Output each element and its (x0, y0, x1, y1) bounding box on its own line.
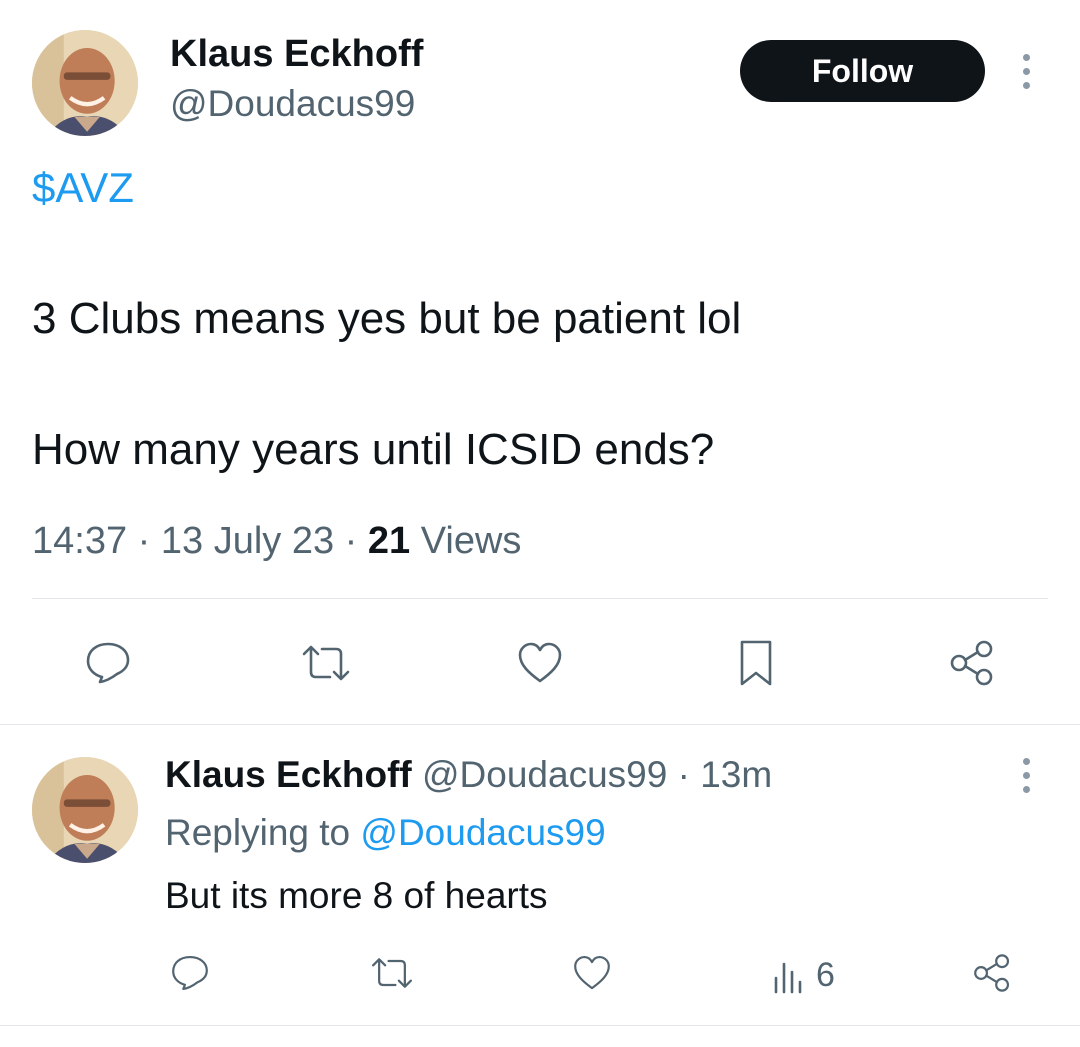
meta-divider (32, 598, 1048, 599)
replying-to: Replying to @Doudacus99 (165, 810, 606, 856)
tweet-date[interactable]: 13 July 23 (161, 520, 334, 562)
more-options-icon[interactable] (1016, 54, 1036, 89)
author-handle[interactable]: @Doudacus99 (170, 82, 415, 126)
views-count[interactable]: 21 (368, 520, 410, 562)
reply-icon[interactable] (78, 636, 138, 690)
reply-separator: · (677, 754, 690, 795)
tweet-meta: 14:37 · 13 July 23 · 21 Views (32, 518, 521, 564)
views-label[interactable]: Views (421, 520, 522, 562)
share-icon[interactable] (968, 950, 1016, 996)
reply-icon[interactable] (166, 950, 214, 996)
retweet-icon[interactable] (296, 636, 356, 690)
bookmark-icon[interactable] (726, 636, 786, 690)
avatar-image (32, 757, 138, 863)
views-icon (772, 956, 808, 994)
meta-separator: · (344, 520, 358, 562)
bottom-divider (0, 1025, 1080, 1026)
tweet-text-line-1: 3 Clubs means yes but be patient lol (32, 294, 742, 343)
meta-separator: · (137, 520, 151, 562)
like-icon[interactable] (568, 950, 616, 996)
author-display-name[interactable]: Klaus Eckhoff (170, 32, 423, 76)
replying-to-label: Replying to (165, 812, 351, 853)
reply-author-handle[interactable]: @Doudacus99 (422, 754, 667, 795)
share-icon[interactable] (942, 636, 1002, 690)
reply-views[interactable]: 6 (772, 952, 835, 998)
tweet-time[interactable]: 14:37 (32, 520, 127, 562)
reply-views-count: 6 (816, 956, 835, 994)
thread-divider (0, 724, 1080, 725)
reply-header: Klaus Eckhoff @Doudacus99 · 13m (165, 752, 772, 798)
cashtag-link[interactable]: $AVZ (32, 163, 134, 213)
retweet-icon[interactable] (366, 950, 418, 996)
reply-text: But its more 8 of hearts (165, 875, 548, 916)
follow-button[interactable]: Follow (740, 40, 985, 102)
like-icon[interactable] (510, 636, 570, 690)
reply-author-display-name[interactable]: Klaus Eckhoff (165, 754, 412, 795)
reply-more-options-icon[interactable] (1016, 758, 1036, 793)
tweet-text-line-2: How many years until ICSID ends? (32, 425, 715, 474)
replying-to-handle-link[interactable]: @Doudacus99 (360, 812, 605, 853)
reply-timestamp[interactable]: 13m (700, 754, 772, 795)
author-avatar[interactable] (32, 30, 138, 136)
reply-author-avatar[interactable] (32, 757, 138, 863)
avatar-image (32, 30, 138, 136)
